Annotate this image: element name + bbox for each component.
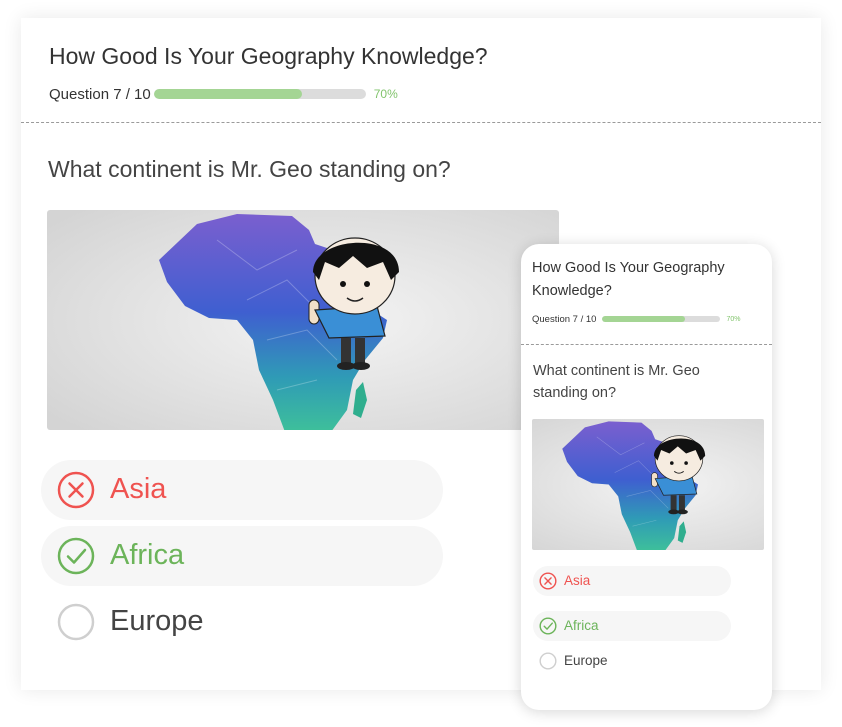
empty-circle-icon — [539, 652, 557, 670]
answer-label: Africa — [564, 618, 599, 633]
x-circle-icon — [57, 471, 95, 509]
progress-bar — [153, 89, 366, 99]
question-image — [47, 210, 559, 430]
answer-pill — [41, 460, 443, 520]
question-image — [532, 419, 764, 550]
progress-row: Question 7 / 10 70% — [49, 85, 398, 103]
answer-pill — [41, 526, 443, 586]
answer-label: Asia — [564, 573, 591, 588]
check-circle-icon — [57, 537, 95, 575]
answer-pill — [533, 566, 731, 596]
answer-option-europe[interactable]: Europe — [533, 646, 731, 676]
progress-bar-fill — [153, 89, 303, 99]
question-counter: Question 7 / 10 — [532, 313, 597, 325]
quiz-header: How Good Is Your Geography Knowledge? Qu… — [521, 244, 772, 345]
mobile-quiz-card: How Good Is Your Geography Knowledge? Qu… — [521, 244, 772, 710]
answer-label: Asia — [110, 473, 167, 505]
question-text: What continent is Mr. Geo standing on? — [533, 363, 700, 401]
answer-option-asia[interactable]: Asia — [533, 566, 731, 596]
empty-circle-icon — [57, 603, 95, 641]
progress-bar-fill — [602, 316, 686, 322]
progress-row: Question 7 / 10 70% — [532, 313, 740, 325]
progress-bar — [602, 316, 721, 322]
check-circle-icon — [539, 617, 557, 635]
answer-option-africa[interactable]: Africa — [533, 611, 731, 641]
answer-option-asia[interactable]: Asia — [41, 460, 443, 520]
progress-percent: 70% — [726, 315, 741, 323]
answer-pill — [533, 611, 731, 641]
x-circle-icon — [539, 572, 557, 590]
answer-label: Europe — [564, 653, 608, 668]
progress-percent: 70% — [373, 87, 398, 101]
answer-label: Africa — [110, 539, 185, 571]
answer-label: Europe — [110, 605, 204, 637]
answer-option-europe[interactable]: Europe — [41, 592, 443, 652]
quiz-title: How Good Is Your Geography Knowledge? — [532, 260, 725, 299]
quiz-header: How Good Is Your Geography Knowledge? Qu… — [21, 18, 821, 123]
answer-option-africa[interactable]: Africa — [41, 526, 443, 586]
quiz-title: How Good Is Your Geography Knowledge? — [49, 43, 488, 69]
question-counter: Question 7 / 10 — [49, 85, 151, 103]
question-text: What continent is Mr. Geo standing on? — [48, 156, 451, 182]
